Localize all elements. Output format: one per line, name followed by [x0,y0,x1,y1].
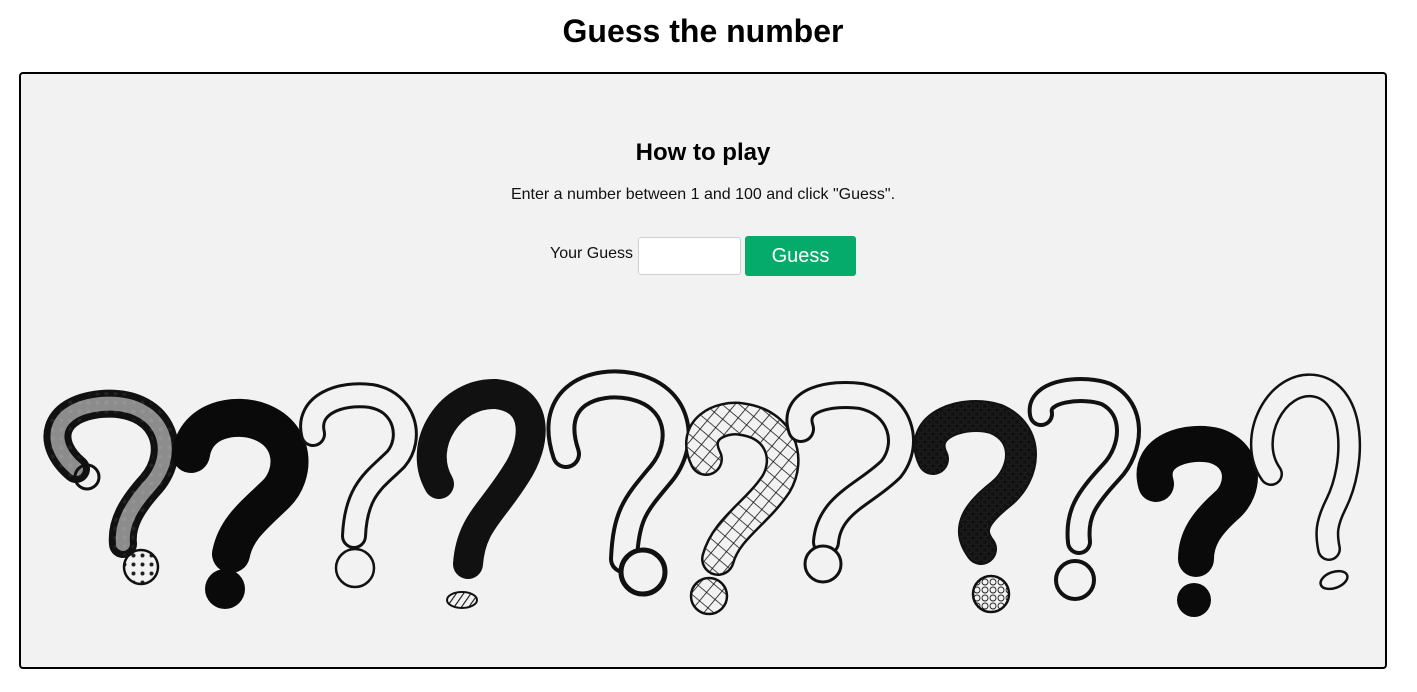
question-mark-icon [172,398,309,609]
question-mark-icon [546,369,691,597]
question-marks-illustration [43,369,1362,617]
question-mark-icon [416,379,546,609]
game-panel: How to play Enter a number between 1 and… [19,72,1387,669]
question-mark-icon [43,389,179,586]
question-mark-icon [1027,377,1141,601]
question-mark-icon [1136,425,1258,617]
page-title: Guess the number [562,13,844,49]
question-mark-icon [685,401,800,616]
question-mark-icon [913,400,1037,614]
question-mark-icon [1249,373,1362,591]
question-mark-icon [785,380,915,584]
question-mark-icon [299,382,418,589]
